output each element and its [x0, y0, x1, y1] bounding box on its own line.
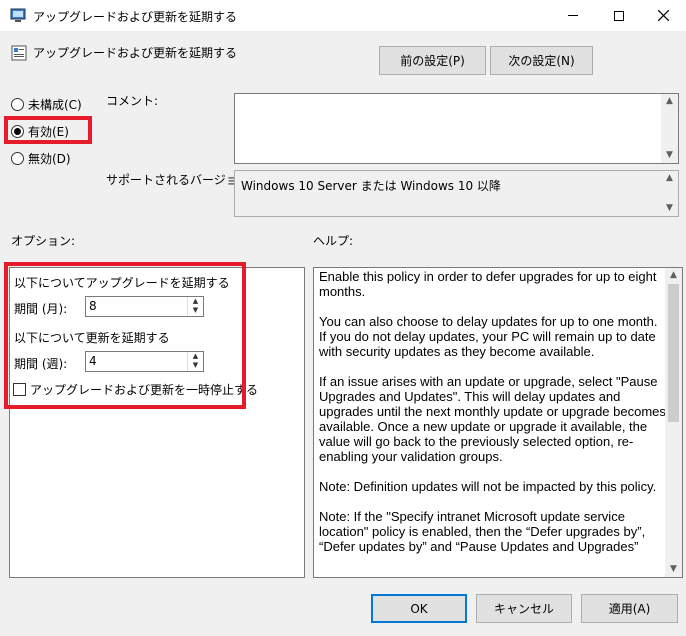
options-section-label: オプション:: [11, 234, 76, 248]
comment-scrollbar[interactable]: ▲ ▼: [661, 94, 678, 163]
window-title: アップグレードおよび更新を延期する: [33, 10, 238, 24]
options-highlight-box: [4, 262, 246, 409]
scroll-down-icon[interactable]: ▼: [669, 565, 678, 574]
supported-on-field: Windows 10 Server または Windows 10 以降 ▲ ▼: [234, 170, 679, 217]
supported-on-label: サポートされるバージョン:: [106, 173, 254, 187]
title-bar: アップグレードおよび更新を延期する: [0, 0, 686, 31]
comment-label: コメント:: [106, 94, 159, 108]
supported-scrollbar[interactable]: ▲ ▼: [661, 171, 678, 216]
maximize-button[interactable]: [596, 0, 642, 31]
radio-disabled[interactable]: 無効(D): [11, 150, 71, 167]
previous-setting-button[interactable]: 前の設定(P): [379, 46, 486, 75]
ok-button[interactable]: OK: [371, 594, 467, 623]
close-icon: [657, 10, 669, 21]
scroll-down-icon[interactable]: ▼: [665, 204, 674, 213]
policy-setting-icon: [11, 45, 27, 61]
radio-label: 未構成(C): [28, 98, 82, 112]
minimize-button[interactable]: [550, 0, 596, 31]
supported-on-value: Windows 10 Server または Windows 10 以降: [241, 179, 501, 193]
minimize-icon: [568, 15, 578, 16]
help-paragraph: Enable this policy in order to defer upg…: [319, 269, 657, 299]
help-text: Enable this policy in order to defer upg…: [319, 269, 666, 569]
help-section-label: ヘルプ:: [313, 234, 354, 248]
help-panel: Enable this policy in order to defer upg…: [313, 267, 683, 578]
scroll-up-icon[interactable]: ▲: [669, 271, 678, 280]
setting-title: アップグレードおよび更新を延期する: [33, 46, 238, 60]
help-paragraph: Note: Definition updates will not be imp…: [319, 479, 657, 494]
radio-circle: [11, 98, 24, 111]
radio-circle: [11, 152, 24, 165]
radio-label: 無効(D): [28, 152, 71, 166]
cancel-button[interactable]: キャンセル: [476, 594, 572, 623]
scroll-up-icon[interactable]: ▲: [665, 174, 674, 183]
next-setting-button[interactable]: 次の設定(N): [490, 46, 593, 75]
comment-textarea[interactable]: ▲ ▼: [234, 93, 679, 164]
help-paragraph: You can also choose to delay updates for…: [319, 314, 658, 359]
enabled-highlight-box: [4, 116, 92, 144]
help-paragraph: Note: If the "Specify intranet Microsoft…: [319, 509, 646, 554]
help-scrollbar[interactable]: ▲ ▼: [665, 268, 682, 577]
apply-button[interactable]: 適用(A): [581, 594, 678, 623]
radio-not-configured[interactable]: 未構成(C): [11, 96, 82, 113]
close-button[interactable]: [640, 0, 686, 31]
maximize-icon: [614, 10, 624, 21]
policy-app-icon: [10, 8, 26, 22]
help-paragraph: If an issue arises with an update or upg…: [319, 374, 666, 464]
scroll-down-icon[interactable]: ▼: [665, 151, 674, 160]
scroll-up-icon[interactable]: ▲: [665, 97, 674, 106]
help-scroll-thumb[interactable]: [668, 284, 679, 422]
